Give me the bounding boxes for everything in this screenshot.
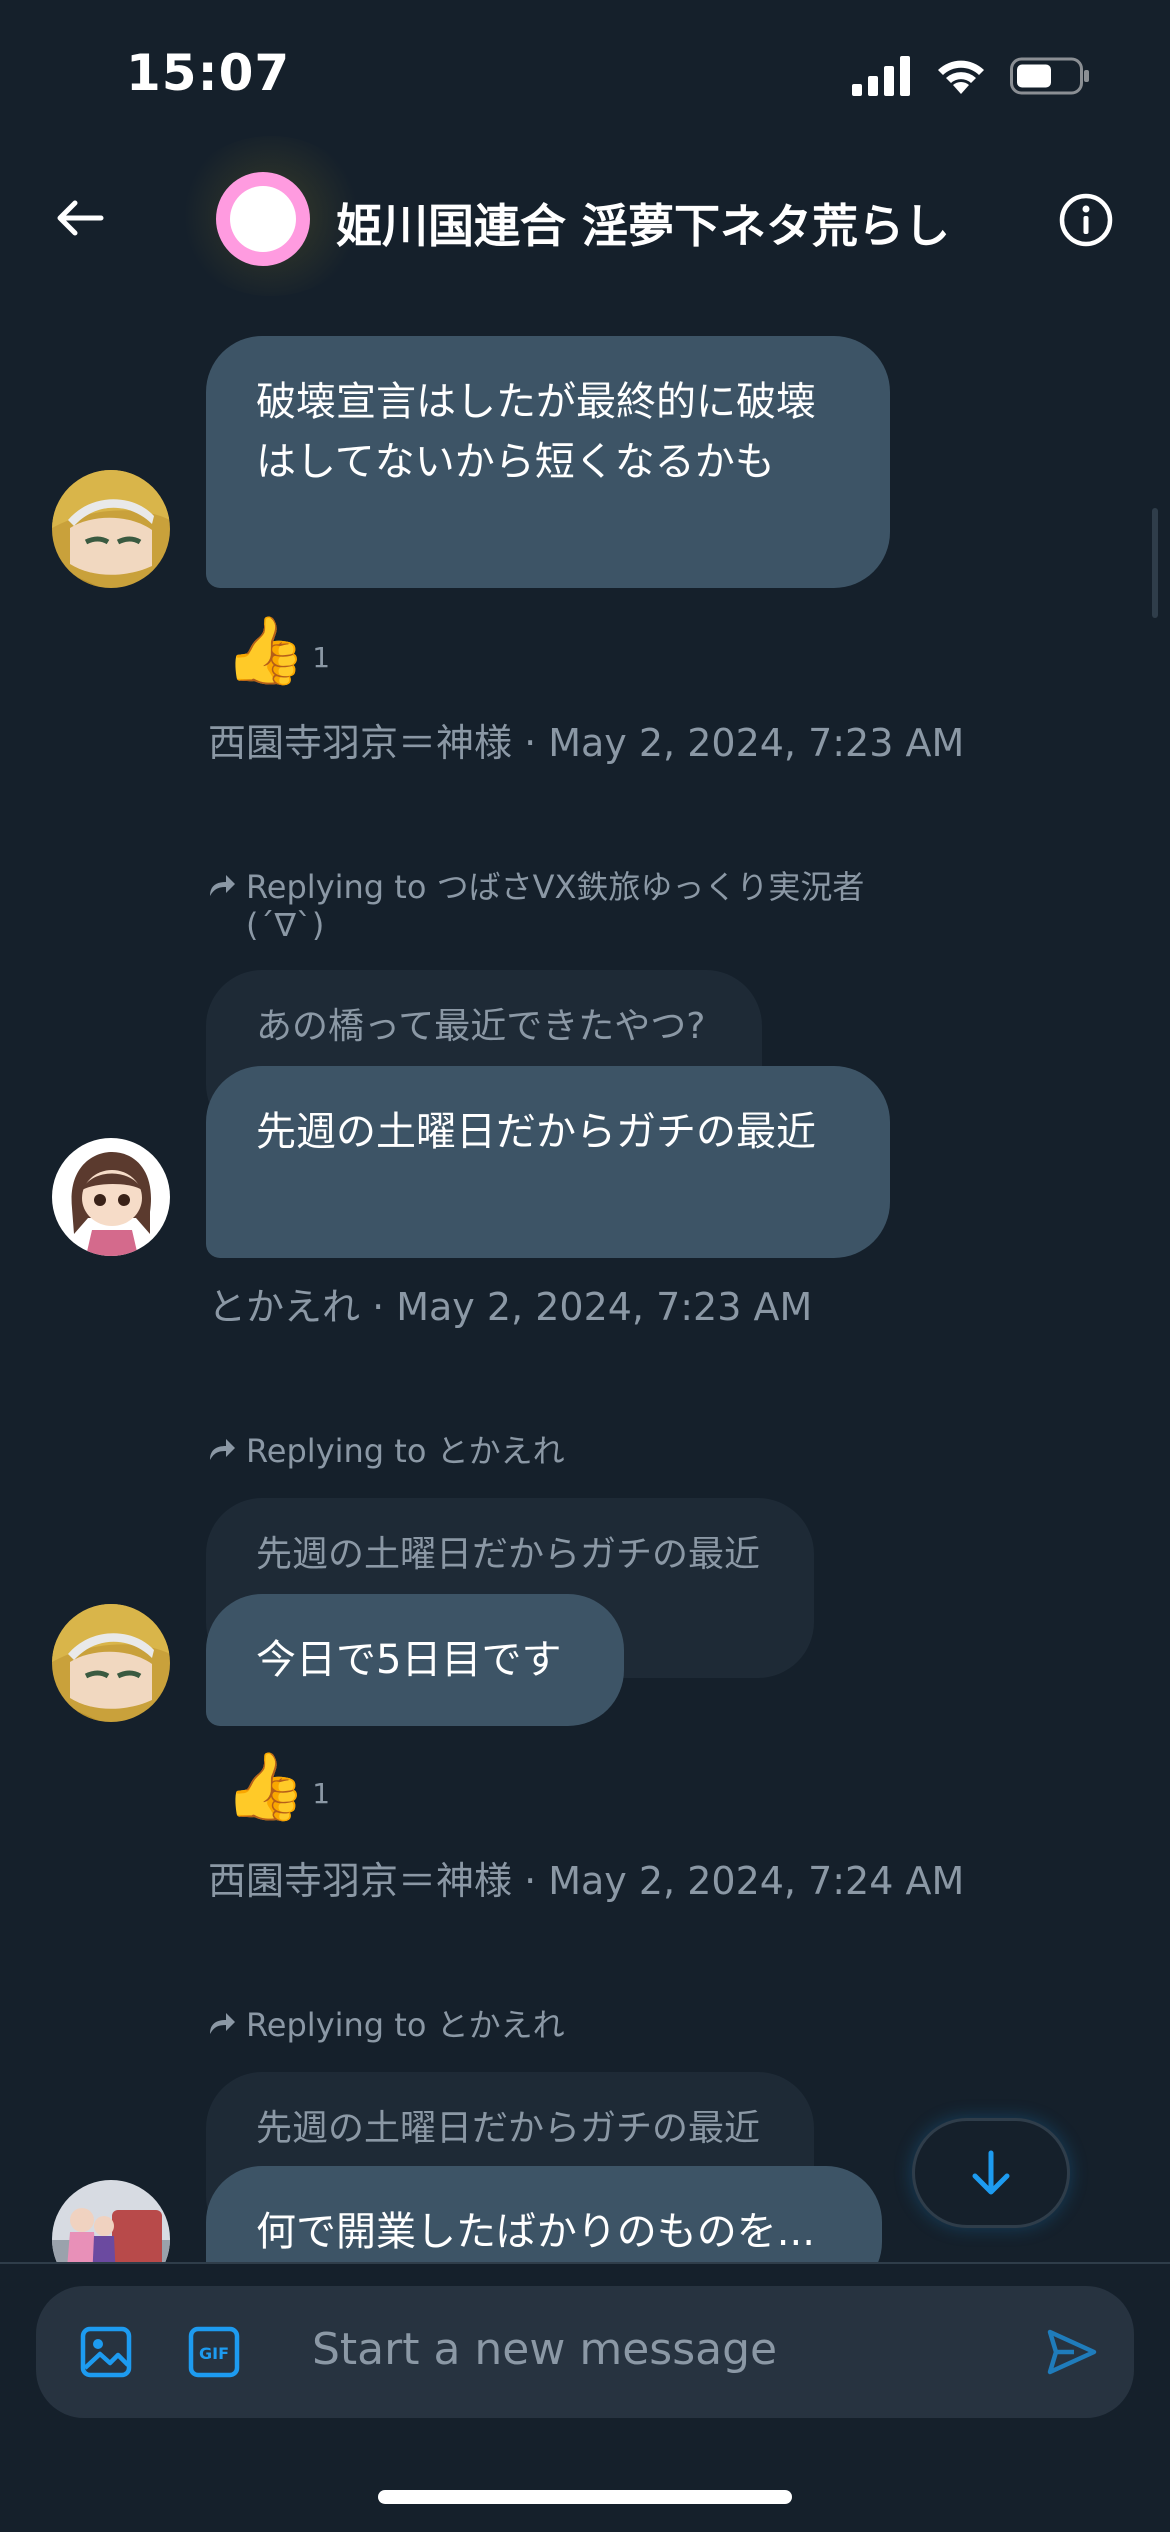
thumbs-up-icon: 👍 (224, 1748, 307, 1825)
svg-text:GIF: GIF (199, 2344, 229, 2363)
arrow-down-icon (972, 2150, 1010, 2195)
avatar[interactable] (52, 1138, 170, 1256)
thumbs-up-icon: 👍 (224, 612, 307, 689)
gif-icon[interactable]: GIF (186, 2324, 242, 2380)
send-icon[interactable] (1044, 2324, 1100, 2380)
reply-note: Replying to とかえれ (206, 1432, 906, 1470)
message-meta: 西園寺羽京＝神様 · May 2, 2024, 7:23 AM (208, 721, 965, 765)
reaction-count: 1 (312, 1777, 331, 1810)
message-text: 今日で5日目です (256, 1637, 562, 1683)
reply-arrow-icon (210, 1439, 235, 1460)
message-bubble[interactable]: 今日で5日目です (206, 1594, 624, 1726)
message-reaction[interactable]: 👍 1 (224, 1752, 330, 1822)
cellular-signal-icon (852, 56, 910, 96)
status-time: 15:07 (126, 44, 291, 102)
composer-divider (0, 2262, 1170, 2264)
scroll-to-bottom-button[interactable] (912, 2118, 1070, 2228)
quoted-text: あの橋って最近できたやつ? (256, 1006, 706, 1047)
message-reaction[interactable]: 👍 1 (224, 616, 330, 686)
reply-note: Replying to とかえれ (206, 2006, 906, 2044)
arrow-left-icon (57, 200, 104, 236)
message-composer: GIF Start a new message (36, 2286, 1134, 2418)
wifi-icon (938, 60, 984, 94)
reply-note-text: Replying to つばさVX鉄旅ゆっくり実況者(´∇`) (246, 868, 865, 944)
quoted-text: 先週の土曜日だからガチの最近 (256, 1534, 761, 1575)
avatar[interactable] (52, 470, 170, 588)
reply-arrow-icon (210, 875, 235, 896)
message-input[interactable]: Start a new message (312, 2324, 777, 2375)
reply-note: Replying to つばさVX鉄旅ゆっくり実況者(´∇`) (206, 868, 906, 944)
back-button[interactable] (48, 186, 112, 250)
reply-note-text: Replying to とかえれ (246, 1432, 565, 1470)
message-bubble[interactable]: 破壊宣言はしたが最終的に破壊はしてないから短くなるかも (206, 336, 890, 588)
image-icon[interactable] (78, 2324, 134, 2380)
message-meta: とかえれ · May 2, 2024, 7:23 AM (208, 1285, 813, 1329)
reply-note-text: Replying to とかえれ (246, 2006, 565, 2044)
reaction-count: 1 (312, 641, 331, 674)
conversation-title[interactable]: 姫川国連合 淫夢下ネタ荒らし (336, 190, 950, 256)
sender-avatar-image (52, 1604, 170, 1722)
message-text: 何で開業したばかりのものを... (256, 2209, 815, 2255)
message-text: 破壊宣言はしたが最終的に破壊はしてないから短くなるかも (256, 379, 816, 485)
status-icons (852, 56, 1090, 96)
quoted-text: 先週の土曜日だからガチの最近 (256, 2108, 761, 2149)
sender-avatar-image (52, 1138, 170, 1256)
home-indicator[interactable] (378, 2490, 792, 2504)
avatar[interactable] (52, 1604, 170, 1722)
conversation-avatar[interactable] (216, 172, 310, 266)
battery-icon (1010, 57, 1089, 95)
scrollbar-thumb[interactable] (1152, 508, 1158, 618)
message-meta: 西園寺羽京＝神様 · May 2, 2024, 7:24 AM (208, 1859, 965, 1903)
conversation-info-button[interactable] (1058, 192, 1114, 248)
sender-avatar-image (52, 470, 170, 588)
info-icon (1059, 193, 1113, 247)
reply-arrow-icon (210, 2013, 235, 2034)
message-text: 先週の土曜日だからガチの最近 (256, 1109, 816, 1155)
message-bubble[interactable]: 先週の土曜日だからガチの最近 (206, 1066, 890, 1258)
